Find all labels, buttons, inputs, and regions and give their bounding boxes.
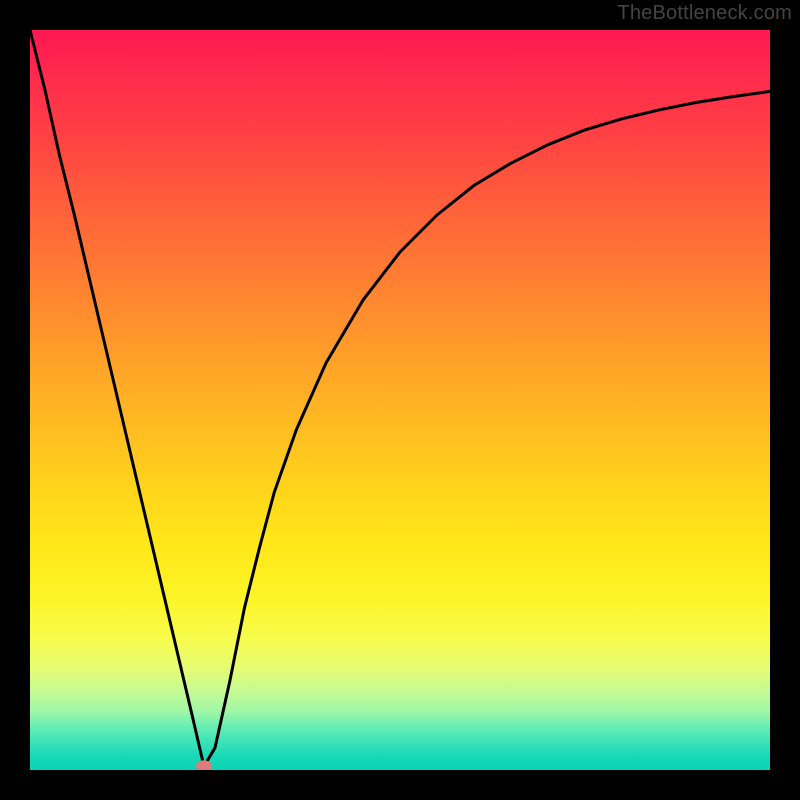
curve-svg [30,30,770,770]
bottleneck-curve-path [30,30,770,766]
chart-frame: TheBottleneck.com [0,0,800,800]
watermark-text: TheBottleneck.com [617,2,792,25]
minimum-marker [196,760,212,770]
plot-area [30,30,770,770]
